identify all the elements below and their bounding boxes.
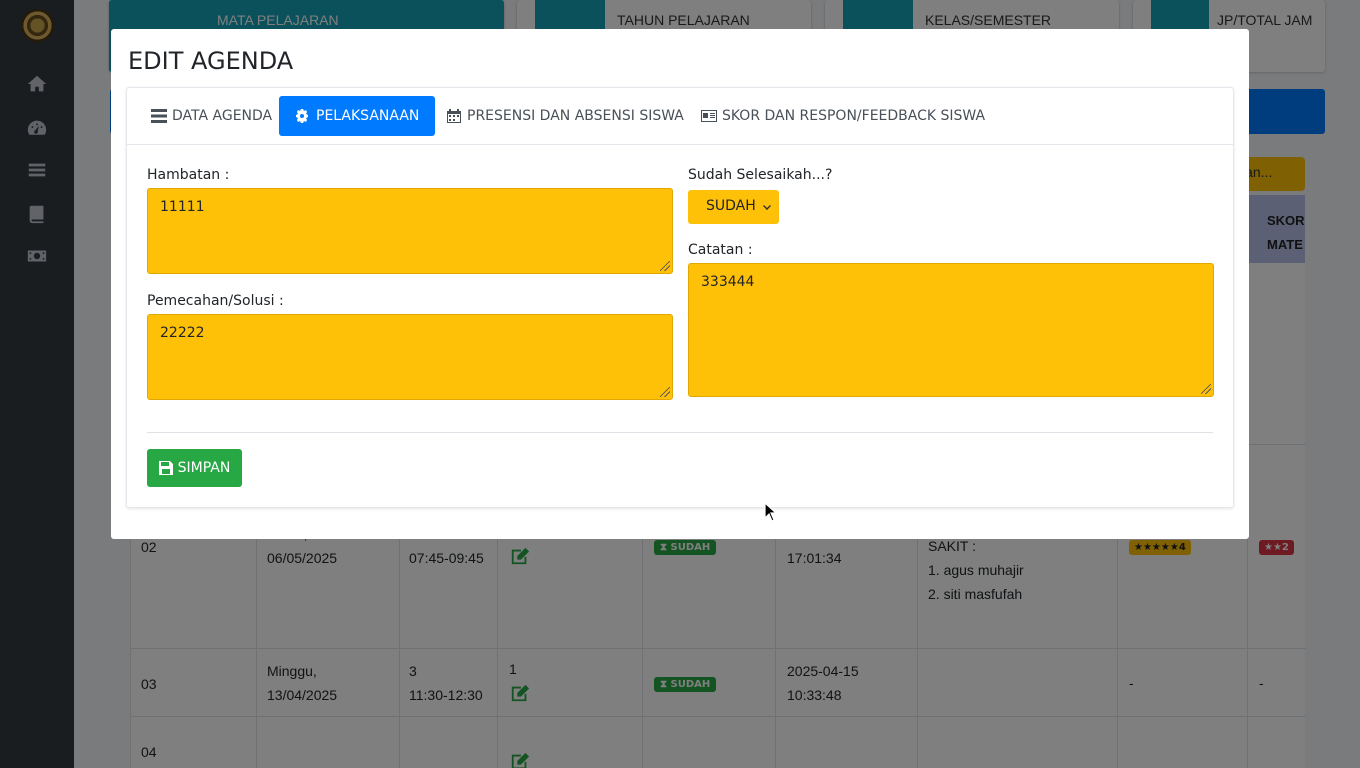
save-button[interactable]: SIMPAN	[147, 449, 242, 487]
mouse-cursor-icon	[764, 502, 778, 522]
form-divider	[147, 432, 1213, 433]
solusi-label: Pemecahan/Solusi :	[147, 293, 284, 309]
solusi-textarea[interactable]: 22222	[147, 314, 673, 400]
hambatan-textarea[interactable]: 11111	[147, 188, 673, 274]
catatan-value: 333444	[701, 274, 755, 290]
tab-pelaksanaan[interactable]: PELAKSANAAN	[279, 96, 436, 136]
calendar-icon	[447, 109, 461, 123]
selesai-select-value: SUDAH	[706, 198, 756, 214]
tab-bar: DATA AGENDA PELAKSANAAN PRESENSI DAN ABS…	[127, 88, 1233, 145]
save-icon	[158, 461, 173, 475]
tab-presensi[interactable]: PRESENSI DAN ABSENSI SISWA	[430, 96, 700, 136]
solusi-value: 22222	[160, 325, 205, 341]
modal-title: EDIT AGENDA	[128, 47, 294, 75]
list-icon	[151, 109, 167, 123]
hambatan-label: Hambatan :	[147, 167, 230, 183]
tab-label: PELAKSANAAN	[316, 108, 420, 124]
resize-handle[interactable]	[1201, 384, 1211, 394]
tab-data-agenda[interactable]: DATA AGENDA	[135, 96, 288, 136]
selesai-select[interactable]: SUDAH	[688, 190, 779, 224]
tab-skor-respon[interactable]: SKOR DAN RESPON/FEEDBACK SISWA	[685, 96, 1001, 136]
selesai-label: Sudah Selesaikah...?	[688, 167, 833, 183]
gears-icon	[296, 109, 308, 123]
id-card-icon	[701, 110, 717, 122]
tabs-card: DATA AGENDA PELAKSANAAN PRESENSI DAN ABS…	[126, 87, 1234, 508]
catatan-label: Catatan :	[688, 242, 753, 258]
chevron-down-icon	[763, 202, 771, 210]
resize-handle[interactable]	[660, 261, 670, 271]
tab-label: DATA AGENDA	[172, 108, 273, 124]
tab-label: SKOR DAN RESPON/FEEDBACK SISWA	[722, 108, 986, 124]
edit-agenda-modal: EDIT AGENDA DATA AGENDA PELAKSANAAN PRES…	[111, 29, 1249, 539]
tab-label: PRESENSI DAN ABSENSI SISWA	[467, 108, 684, 124]
catatan-textarea[interactable]: 333444	[688, 263, 1214, 397]
resize-handle[interactable]	[660, 387, 670, 397]
save-button-label: SIMPAN	[177, 460, 231, 476]
hambatan-value: 11111	[160, 199, 205, 215]
